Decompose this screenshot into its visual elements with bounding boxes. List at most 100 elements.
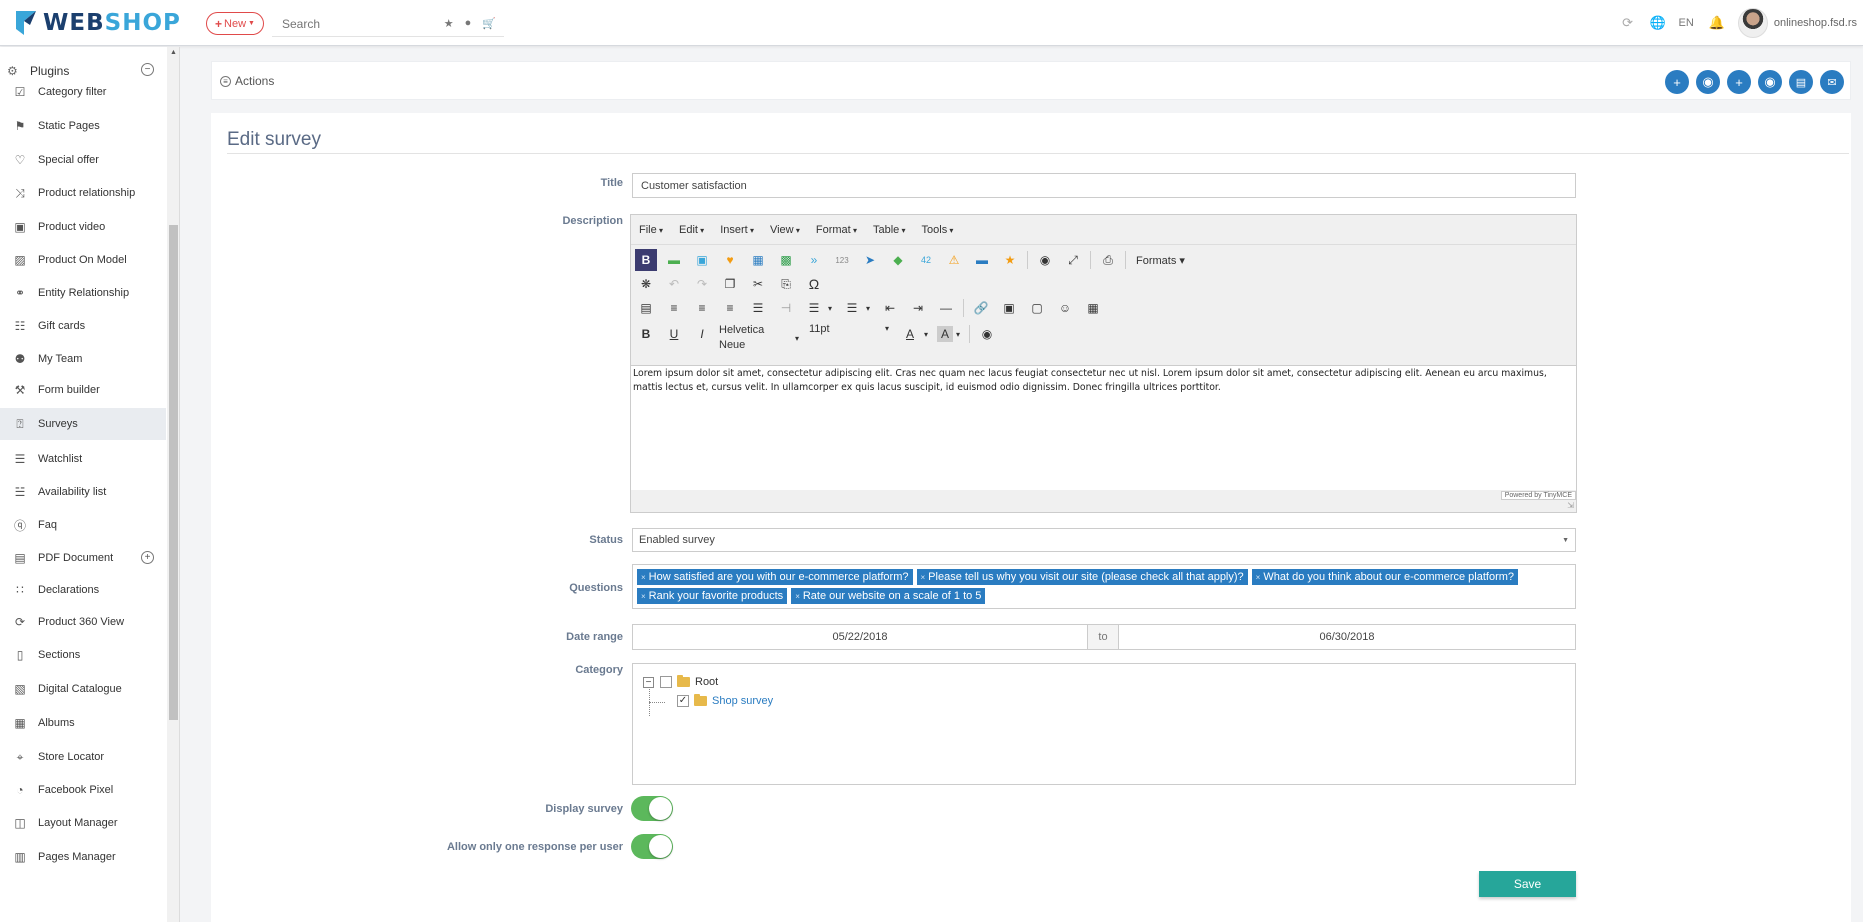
sidebar-item-form-builder[interactable]: ⚒ Form builder [0, 374, 166, 406]
image-icon[interactable]: ▣ [691, 249, 713, 271]
layout-icon[interactable]: ▩ [775, 249, 797, 271]
editor-menu-table[interactable]: Table [873, 224, 906, 236]
sidebar-item-product-relationship[interactable]: ⤨ Product relationship [0, 177, 166, 209]
align-right-icon[interactable]: ≡ [719, 297, 741, 319]
sidebar-item-faq[interactable]: ⓠ Faq [0, 509, 166, 541]
numbered-list-icon[interactable]: ☰ [841, 297, 863, 319]
fullscreen-icon[interactable]: ⤢ [1062, 249, 1084, 271]
user-icon[interactable]: ● [465, 17, 472, 30]
cart-icon[interactable]: 🛒 [482, 17, 496, 30]
powered-by-label[interactable]: Powered by TinyMCE [1500, 491, 1576, 500]
bold-icon[interactable]: B [635, 323, 657, 345]
shop-survey-label[interactable]: Shop survey [712, 695, 773, 707]
sidebar-item-static-pages[interactable]: ⚑ Static Pages [0, 110, 166, 142]
remove-icon[interactable]: × [921, 573, 926, 582]
bullet-list-icon[interactable]: ☰ [803, 297, 825, 319]
media-icon[interactable]: ▢ [1026, 297, 1048, 319]
font-family-select[interactable]: Helvetica Neue ▾ [719, 323, 809, 353]
language-selector[interactable]: EN [1679, 17, 1694, 29]
avatar[interactable] [1737, 8, 1768, 38]
user-name[interactable]: onlineshop.fsd.rs [1774, 17, 1857, 29]
horizontal-rule-icon[interactable]: — [935, 297, 957, 319]
sidebar-item-special-offer[interactable]: ♡ Special offer [0, 144, 166, 176]
bell-icon[interactable]: 🔔 [1708, 14, 1726, 32]
sidebar-item-gift-cards[interactable]: ☷ Gift cards [0, 310, 166, 342]
align-justify-icon[interactable]: ☰ [747, 297, 769, 319]
sidebar-item-my-team[interactable]: ⚉ My Team [0, 343, 166, 375]
shop-survey-checkbox[interactable]: ✓ [677, 695, 689, 707]
alert-icon[interactable]: ⚠ [943, 249, 965, 271]
expand-icon[interactable]: + [141, 551, 154, 564]
sidebar-item-layout-manager[interactable]: ◫ Layout Manager [0, 807, 166, 839]
remove-icon[interactable]: × [795, 592, 800, 601]
logo[interactable]: WEBSHOP [14, 8, 181, 38]
new-button[interactable]: + New ▼ [206, 12, 264, 35]
font-size-select[interactable]: 11pt ▾ [809, 323, 899, 335]
background-color-icon[interactable]: A [937, 326, 953, 342]
date-to-input[interactable]: 06/30/2018 [1118, 624, 1576, 650]
title-input[interactable]: Customer satisfaction [632, 173, 1576, 198]
remove-icon[interactable]: × [641, 592, 646, 601]
sidebar-item-surveys[interactable]: ⍰ Surveys [0, 408, 166, 440]
globe-icon[interactable]: 🌐 [1649, 14, 1667, 32]
email-button[interactable]: ✉ [1820, 70, 1844, 94]
visibility-icon[interactable]: ◉ [976, 323, 998, 345]
view-button[interactable]: ◉ [1758, 70, 1782, 94]
editor-menu-format[interactable]: Format [816, 224, 857, 236]
resize-handle-icon[interactable]: ⇲ [1567, 501, 1574, 510]
questions-multiselect[interactable]: × How satisfied are you with our e-commer… [632, 564, 1576, 609]
text-color-dropdown-icon[interactable]: ▾ [921, 323, 931, 345]
forward-icon[interactable]: » [803, 249, 825, 271]
remove-icon[interactable]: × [641, 573, 646, 582]
sidebar-item-pages-manager[interactable]: ▥ Pages Manager [0, 841, 166, 873]
star-icon[interactable]: ★ [444, 17, 454, 30]
status-select[interactable]: Enabled survey ▼ [632, 528, 1576, 552]
number-icon[interactable]: 42 [915, 249, 937, 271]
editor-menu-edit[interactable]: Edit [679, 224, 704, 236]
collapse-icon[interactable]: − [141, 63, 154, 76]
add-new-button[interactable]: + [1727, 70, 1751, 94]
sidebar-item-sections[interactable]: ▯ Sections [0, 639, 166, 671]
date-from-input[interactable]: 05/22/2018 [632, 624, 1088, 650]
insert-image-icon[interactable]: ▣ [998, 297, 1020, 319]
root-checkbox[interactable] [660, 676, 672, 688]
indent-icon[interactable]: ⇥ [907, 297, 929, 319]
sidebar-item-facebook-pixel[interactable]: ◔ Facebook Pixel [0, 774, 166, 806]
star-icon[interactable]: ★ [999, 249, 1021, 271]
editor-menu-tools[interactable]: Tools [922, 224, 954, 236]
tag-icon[interactable]: ◆ [887, 249, 909, 271]
formats-dropdown[interactable]: Formats ▾ [1136, 254, 1185, 267]
search-input[interactable] [272, 16, 432, 31]
numbered-list-dropdown-icon[interactable]: ▾ [863, 297, 873, 319]
preview-icon[interactable]: ◉ [1034, 249, 1056, 271]
tree-node-shop-survey[interactable]: ✓ Shop survey [677, 694, 773, 707]
editor-menu-view[interactable]: View [770, 224, 800, 236]
root-label[interactable]: Root [695, 676, 718, 688]
sidebar-item-watchlist[interactable]: ☰ Watchlist [0, 443, 166, 475]
add-button[interactable]: + [1665, 70, 1689, 94]
heart-icon[interactable]: ♥ [719, 249, 741, 271]
cut-icon[interactable]: ✂ [747, 273, 769, 295]
undo-icon[interactable]: ↶ [663, 273, 685, 295]
sidebar-item-availability-list[interactable]: ☱ Availability list [0, 476, 166, 508]
editor-menu-file[interactable]: File [639, 224, 663, 236]
sidebar-item-store-locator[interactable]: ⌖ Store Locator [0, 741, 166, 773]
sidebar-item-product-on-model[interactable]: ▨ Product On Model [0, 244, 166, 276]
one-response-toggle[interactable] [631, 834, 673, 859]
tree-node-root[interactable]: − Root [643, 675, 718, 688]
remove-icon[interactable]: × [1256, 573, 1261, 582]
sidebar-item-entity-relationship[interactable]: ⚭ Entity Relationship [0, 277, 166, 309]
omega-icon[interactable]: Ω [803, 273, 825, 295]
sidebar-item-category-filter[interactable]: ☑ Category filter [0, 76, 166, 108]
actions-menu[interactable]: ≡ Actions [220, 74, 274, 88]
question-tag[interactable]: × What do you think about our e-commerce … [1251, 569, 1519, 585]
code-icon[interactable]: ❋ [635, 273, 657, 295]
align-center-icon[interactable]: ≡ [691, 297, 713, 319]
sidebar-item-digital-catalogue[interactable]: ▧ Digital Catalogue [0, 673, 166, 705]
text-color-icon[interactable]: A [899, 323, 921, 345]
sidebar-item-product-video[interactable]: ▣ Product video [0, 211, 166, 243]
sidebar-item-product-360-view[interactable]: ⟳ Product 360 View [0, 606, 166, 638]
scroll-up-icon[interactable]: ▲ [170, 49, 177, 56]
sidebar-item-albums[interactable]: ▦ Albums [0, 707, 166, 739]
editor-menu-insert[interactable]: Insert [720, 224, 754, 236]
